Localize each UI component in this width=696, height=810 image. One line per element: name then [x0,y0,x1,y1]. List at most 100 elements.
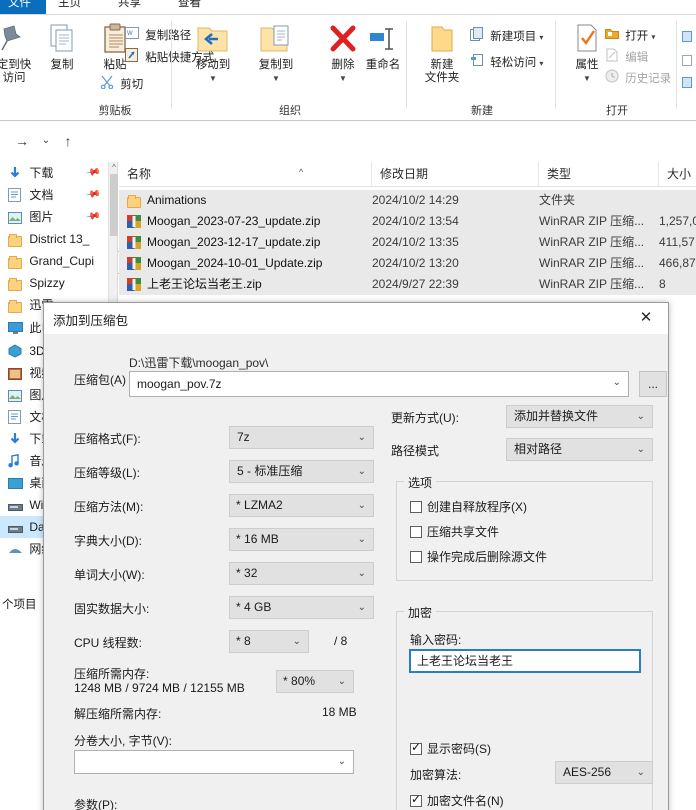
easy-access-caret-icon[interactable]: ▾ [539,59,543,68]
pin-icon[interactable]: 📌 [80,162,103,186]
chevron-down-icon[interactable]: ⌄ [338,671,346,692]
dialog-title-bar[interactable]: 添加到压缩包 ✕ [44,303,668,334]
tab-share[interactable]: 共享 [110,0,156,14]
column-size[interactable]: 大小 [659,162,696,186]
column-name[interactable]: 名称 ^ [119,162,372,186]
solid-block-size-select[interactable]: * 4 GB ⌄ [229,596,374,619]
chevron-down-icon[interactable]: ⌄ [358,563,366,584]
chevron-down-icon[interactable]: ⌄ [637,439,645,460]
edit-button[interactable]: 编辑 [605,48,648,66]
encrypt-file-names-checkbox[interactable]: 加密文件名(N) [410,792,504,809]
new-folder-button[interactable]: 新建 文件夹 [412,23,472,85]
table-row[interactable]: Animations 2024/10/2 14:29 文件夹 [119,190,696,211]
pictures-icon [8,209,26,225]
volume-size-label: 分卷大小, 字节(V): [74,734,172,748]
compression-method-select[interactable]: * LZMA2 ⌄ [229,494,374,517]
move-to-caret-icon[interactable]: ▼ [183,72,243,85]
new-item-button[interactable]: 新建项目 ▾ [470,27,543,45]
chevron-down-icon[interactable]: ⌄ [637,762,645,783]
folder-icon [8,253,26,269]
copy-to-button[interactable]: 复制到 ▼ [246,23,306,85]
chevron-down-icon[interactable]: ⌄ [637,406,645,427]
archive-name-input[interactable]: moogan_pov.7z ⌄ [129,371,629,397]
volume-size-input[interactable]: ⌄ [74,750,354,774]
path-mode-select[interactable]: 相对路径 ⌄ [506,438,653,461]
sidebar-item-downloads[interactable]: 下载 📌 [0,162,108,184]
sidebar-item-documents[interactable]: 文档 📌 [0,184,108,206]
word-size-select[interactable]: * 32 ⌄ [229,562,374,585]
chevron-down-icon[interactable]: ⌄ [358,427,366,448]
dictionary-size-select[interactable]: * 16 MB ⌄ [229,528,374,551]
table-row[interactable]: Moogan_2023-07-23_update.zip 2024/10/2 1… [119,211,696,232]
invert-selection-icon[interactable] [682,75,692,93]
password-input[interactable]: 上老王论坛当老王 [409,649,641,673]
rename-button[interactable]: 重命名 [353,23,413,72]
recent-locations-button[interactable]: ⌄ [34,129,58,153]
tab-view[interactable]: 查看 [170,0,216,14]
svg-text:W: W [127,31,133,37]
sidebar-item-district13[interactable]: District 13_ [0,228,108,250]
checkbox-box[interactable] [410,792,422,807]
show-password-checkbox[interactable]: 显示密码(S) [410,740,491,757]
pin-icon[interactable]: 📌 [80,204,103,229]
new-item-caret-icon[interactable]: ▾ [539,33,543,42]
open-button[interactable]: 打开 ▾ [605,27,655,45]
checkbox-box[interactable] [410,551,422,563]
select-all-icon[interactable] [682,29,692,47]
chevron-down-icon[interactable]: ⌄ [358,529,366,550]
memory-percent-select[interactable]: * 80% ⌄ [276,670,354,693]
pin-icon[interactable]: 📌 [80,182,103,207]
copy-button[interactable]: 复制 [32,23,92,72]
update-mode-select[interactable]: 添加并替换文件 ⌄ [506,405,653,428]
sidebar-item-spizzy[interactable]: Spizzy [0,272,108,294]
chevron-down-icon[interactable]: ⌄ [293,631,301,652]
close-icon[interactable]: ✕ [624,303,668,333]
chevron-down-icon[interactable]: ⌄ [613,372,621,394]
delete-after-compression-checkbox[interactable]: 操作完成后删除源文件 [410,548,547,565]
cpu-threads-select[interactable]: * 8 ⌄ [229,630,309,653]
table-row[interactable]: Moogan_2024-10-01_Update.zip 2024/10/2 1… [119,253,696,274]
delete-caret-icon[interactable]: ▼ [313,72,373,85]
easy-access-label: 轻松访问 [490,57,537,70]
chevron-down-icon[interactable]: ⌄ [338,751,346,773]
forward-button[interactable]: → [10,129,34,153]
open-caret-icon[interactable]: ▾ [651,33,655,42]
move-to-button[interactable]: 移动到 ▼ [183,23,243,85]
easy-access-button[interactable]: 轻松访问 ▾ [470,53,543,71]
browse-button[interactable]: ... [639,371,667,397]
checkbox-box[interactable] [410,526,422,538]
sidebar-item-grandcupi[interactable]: Grand_Cupi [0,250,108,272]
pin-label-2: 访问 [2,72,26,84]
up-button[interactable]: ↑ [56,129,80,153]
checkbox-box[interactable] [410,740,422,755]
tab-home[interactable]: 主页 [50,0,96,14]
sidebar-item-pictures[interactable]: 图片 📌 [0,206,108,228]
chevron-down-icon[interactable]: ⌄ [358,495,366,516]
archive-format-select[interactable]: 7z ⌄ [229,426,374,449]
table-row[interactable]: Moogan_2023-12-17_update.zip 2024/10/2 1… [119,232,696,253]
copy-to-caret-icon[interactable]: ▼ [246,72,306,85]
download-icon [8,431,26,447]
chevron-down-icon[interactable]: ⌄ [358,597,366,618]
create-sfx-checkbox[interactable]: 创建自释放程序(X) [410,498,527,515]
paste-shortcut-icon [125,48,142,68]
file-date-cell: 2024/10/2 14:29 [372,193,459,207]
history-button[interactable]: 历史记录 [605,69,671,87]
compression-level-select[interactable]: 5 - 标准压缩 ⌄ [229,460,374,483]
column-type[interactable]: 类型 [539,162,659,186]
select-none-icon[interactable] [682,53,692,71]
tab-file[interactable]: 文件 [0,0,46,14]
column-date-modified[interactable]: 修改日期 [372,162,539,186]
scrollbar-thumb[interactable] [110,174,118,236]
group-label-organize: 组织 [279,105,301,117]
music-icon [8,453,26,469]
scroll-up-arrow-icon[interactable]: ^ [110,164,118,172]
cut-button[interactable]: 剪切 [100,75,143,93]
file-date-cell: 2024/10/2 13:54 [372,214,459,228]
encryption-algorithm-select[interactable]: AES-256 ⌄ [555,761,653,784]
checkbox-box[interactable] [410,501,422,513]
table-row[interactable]: 上老王论坛当老王.zip 2024/9/27 22:39 WinRAR ZIP … [119,274,696,295]
compress-shared-files-checkbox[interactable]: 压缩共享文件 [410,523,499,540]
chevron-down-icon[interactable]: ⌄ [358,461,366,482]
group-separator [555,21,556,109]
